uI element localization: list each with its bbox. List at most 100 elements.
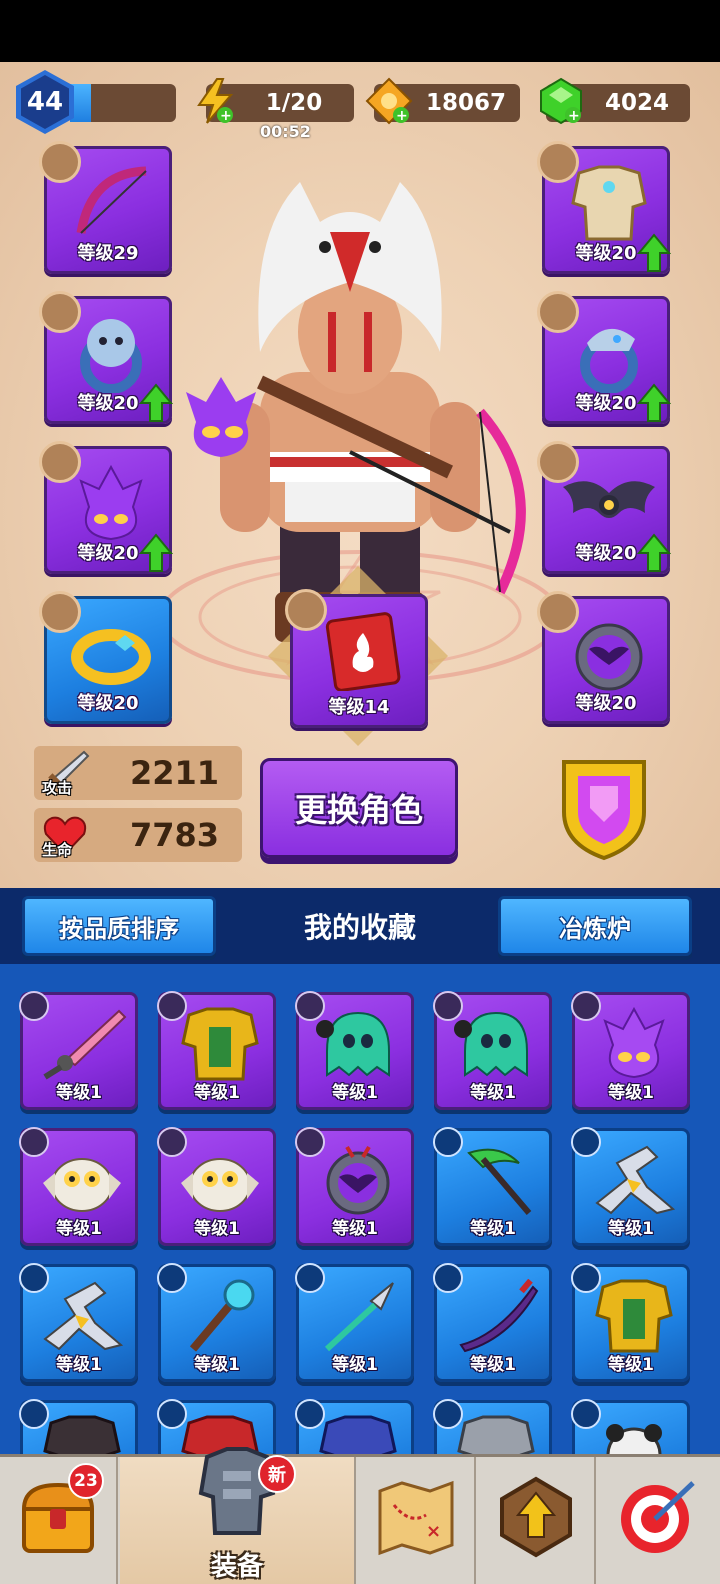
attack-value: 2211 [130, 754, 220, 792]
gold-ring-icon [71, 629, 151, 685]
spear-icon [324, 1282, 394, 1352]
collection-item[interactable]: 等级1 [295, 991, 414, 1110]
item-level: 等级1 [608, 1083, 654, 1103]
green-ghost-icon [454, 1011, 528, 1077]
upgrade-arrow-icon [139, 533, 173, 572]
collection-item[interactable]: 等级1 [571, 1263, 690, 1382]
item-level: 等级1 [332, 1219, 378, 1239]
collection-item[interactable]: 等级1 [433, 991, 552, 1110]
pink-sword-icon [43, 1009, 127, 1080]
nav-equipment[interactable]: 新 装备 [120, 1447, 356, 1584]
upgrade-arrow-icon [637, 233, 671, 272]
attack-stat: 攻击 2211 [34, 746, 242, 800]
item-level: 等级1 [194, 1083, 240, 1103]
collection-item[interactable] [571, 1399, 690, 1454]
bat-icon [563, 481, 655, 518]
collection-item[interactable]: 等级1 [295, 1263, 414, 1382]
collection-item[interactable]: 等级1 [433, 1127, 552, 1246]
equip-slot-spellbook[interactable]: 等级14 [285, 589, 428, 728]
new-badge: 新 [258, 1455, 296, 1493]
collection-item[interactable]: 等级1 [19, 991, 138, 1110]
dragon-ring-icon [580, 328, 638, 393]
svg-text:+: + [568, 108, 580, 124]
xp-bar [70, 84, 176, 122]
player-level-badge[interactable]: 44 [16, 70, 74, 134]
bat-medallion-icon [575, 623, 643, 691]
boomerang-icon [595, 1145, 676, 1215]
gold-armor-icon [181, 1007, 259, 1081]
equip-slot-weapon[interactable]: 等级29 [39, 141, 172, 274]
blue-armor-icon [319, 1415, 397, 1454]
item-level: 等级1 [470, 1083, 516, 1103]
pet-spirit [186, 377, 256, 457]
item-level: 等级1 [608, 1219, 654, 1239]
bottom-nav: 23 新 装备 × [0, 1447, 720, 1584]
collection-item[interactable]: 等级1 [157, 1263, 276, 1382]
lightning-icon: + [190, 76, 240, 126]
item-level: 等级1 [194, 1355, 240, 1375]
item-level: 等级1 [56, 1083, 102, 1103]
collection-item[interactable]: 等级1 [19, 1263, 138, 1382]
collection-item[interactable]: 等级1 [433, 1263, 552, 1382]
nav-chest[interactable]: 23 [0, 1457, 118, 1584]
gems-value: 4024 [604, 90, 669, 116]
owl-icon [43, 1158, 121, 1212]
status-bar [0, 0, 720, 62]
bat-medallion-icon [326, 1145, 390, 1215]
item-level: 等级1 [470, 1219, 516, 1239]
boomerang-icon [43, 1281, 124, 1351]
top-bar: 44 1/20 + 00:52 18067 + 4024 + [0, 62, 720, 142]
upgrade-arrow-icon [637, 533, 671, 572]
slot-level: 等级20 [575, 693, 637, 714]
equip-slot-armor[interactable]: 等级20 [537, 141, 671, 274]
grey-armor-icon [457, 1415, 535, 1454]
collection-item[interactable]: 等级1 [571, 991, 690, 1110]
collection-grid: 等级1 等级1 等级1 等级1 等级1 等级1 等级1 等级1 等级1 等级1 … [0, 964, 720, 1454]
upgrade-arrow-icon [637, 383, 671, 422]
sort-by-quality-button[interactable]: 按品质排序 [22, 896, 216, 956]
player-level: 44 [26, 87, 64, 117]
nav-upgrade[interactable] [478, 1457, 596, 1584]
change-character-button[interactable]: 更换角色 [260, 758, 458, 858]
collection-item[interactable] [295, 1399, 414, 1454]
equip-slot-pet-1[interactable]: 等级20 [39, 441, 173, 574]
health-value: 7783 [130, 816, 220, 854]
collection-item[interactable]: 等级1 [157, 1127, 276, 1246]
equip-slot-ring-1[interactable]: 等级20 [39, 291, 173, 424]
armor-icon [571, 165, 647, 241]
item-level: 等级1 [470, 1355, 516, 1375]
target-icon [621, 1481, 695, 1553]
purple-spirit-icon [79, 464, 143, 541]
collection-item[interactable]: 等级1 [157, 991, 276, 1110]
staff-icon [189, 1279, 255, 1352]
panda-ring-icon [606, 1424, 662, 1454]
equip-slot-ring-3[interactable]: 等级20 [537, 291, 671, 424]
equip-slot-amulet[interactable]: 等级20 [537, 591, 670, 724]
svg-text:+: + [220, 108, 232, 124]
dark-armor-icon [43, 1415, 121, 1454]
collection-item[interactable] [19, 1399, 138, 1454]
upgrade-arrow-icon [139, 383, 173, 422]
fire-spellbook-icon [325, 612, 401, 691]
svg-text:×: × [426, 1521, 441, 1542]
gold-value: 18067 [425, 90, 507, 116]
forge-button[interactable]: 冶炼炉 [498, 896, 692, 956]
nav-target[interactable] [598, 1457, 716, 1584]
green-ghost-icon [316, 1011, 390, 1077]
slot-level: 等级14 [328, 697, 390, 718]
map-icon: × [378, 1480, 454, 1556]
collection-item[interactable]: 等级1 [19, 1127, 138, 1246]
svg-text:+: + [396, 108, 408, 124]
energy-timer: 00:52 [260, 122, 311, 141]
lion-ring-icon [80, 319, 142, 393]
collection-title: 我的收藏 [303, 911, 416, 944]
attack-label: 攻击 [42, 779, 73, 797]
collection-item[interactable]: 等级1 [295, 1127, 414, 1246]
item-level: 等级1 [608, 1355, 654, 1375]
nav-map[interactable]: × [358, 1457, 476, 1584]
collection-item[interactable]: 等级1 [571, 1127, 690, 1246]
gem-shield-icon[interactable] [556, 752, 652, 862]
equip-slot-ring-2[interactable]: 等级20 [39, 591, 172, 724]
collection-item[interactable] [433, 1399, 552, 1454]
equip-slot-pet-2[interactable]: 等级20 [537, 441, 671, 574]
